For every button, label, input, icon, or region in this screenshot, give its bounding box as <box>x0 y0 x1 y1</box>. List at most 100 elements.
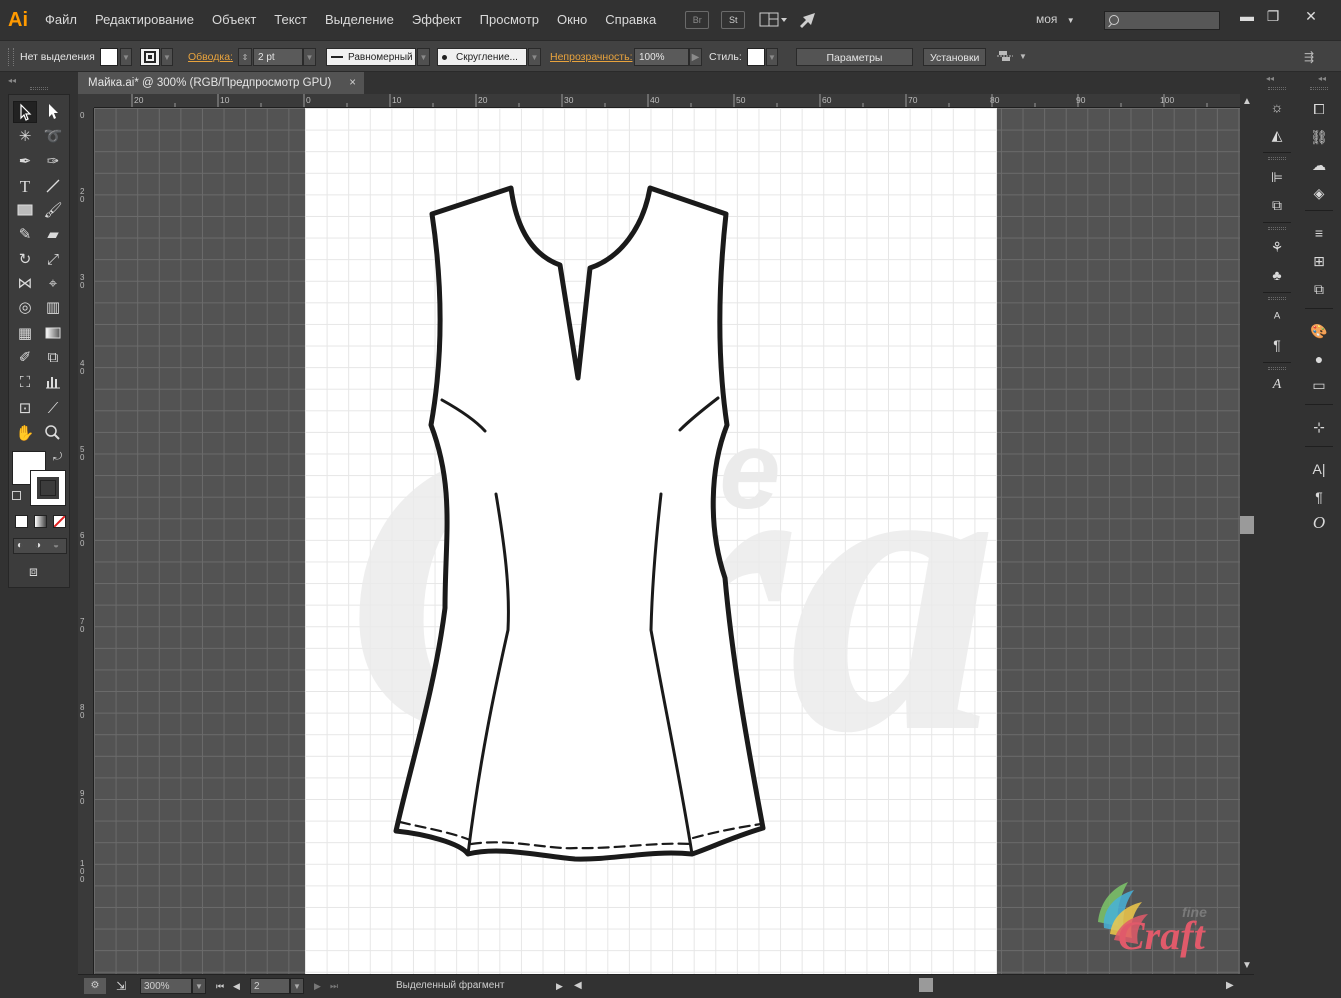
artboard-tool-icon[interactable]: ⊡ <box>13 398 37 420</box>
menu-view[interactable]: Просмотр <box>471 0 548 40</box>
pathfinder-panel-icon[interactable]: ⧉ <box>1264 194 1290 216</box>
layers-panel-icon[interactable]: ◈ <box>1306 182 1332 204</box>
control-bar-grip[interactable] <box>8 48 14 66</box>
ruler-origin[interactable] <box>78 94 94 108</box>
arrange-documents-icon[interactable] <box>759 11 789 29</box>
menu-type[interactable]: Текст <box>265 0 316 40</box>
draw-behind-icon[interactable]: ◑ <box>35 540 41 551</box>
minimize-button[interactable]: ▬ <box>1236 8 1258 24</box>
libraries-panel-icon[interactable]: ☁ <box>1306 154 1332 176</box>
symbol-sprayer-tool-icon[interactable]: ⛶ <box>13 372 37 394</box>
mesh-tool-icon[interactable]: ▦ <box>13 323 37 345</box>
menu-object[interactable]: Объект <box>203 0 265 40</box>
profile-dropdown[interactable]: ▼ <box>417 48 430 66</box>
slice-tool-icon[interactable]: ⟋ <box>41 398 65 420</box>
scroll-down-icon[interactable]: ▼ <box>1242 960 1252 971</box>
character-styles-panel-icon[interactable]: ᴬ <box>1264 306 1290 328</box>
stock-button[interactable]: St <box>721 11 746 29</box>
zoom-dropdown-icon[interactable]: ▼ <box>192 978 206 994</box>
opacity-arrow[interactable]: ▶ <box>689 48 702 66</box>
panel-grip[interactable] <box>1268 227 1286 230</box>
shape-builder-tool-icon[interactable]: ◎ <box>13 297 37 319</box>
horizontal-scroll-thumb[interactable] <box>919 978 933 992</box>
variable-width-profile[interactable]: Равномерный <box>326 48 416 66</box>
appearance-panel-icon[interactable]: ☼ <box>1264 96 1290 118</box>
panel-grip[interactable] <box>1310 87 1328 90</box>
rotate-tool-icon[interactable]: ↻ <box>13 249 37 271</box>
gpu-performance-icon[interactable] <box>797 11 819 29</box>
scroll-left-icon[interactable]: ◀ <box>574 978 582 994</box>
document-setup-button[interactable]: Параметры документа <box>796 48 913 82</box>
artboards-panel-icon[interactable]: ⧠ <box>1306 98 1332 120</box>
last-artboard-icon[interactable]: ⏭ <box>330 978 338 994</box>
menu-effect[interactable]: Эффект <box>403 0 471 40</box>
search-input[interactable] <box>1104 11 1220 30</box>
workspace-switcher[interactable]: моя ▼ <box>1036 12 1075 26</box>
gradient-panel-icon[interactable]: ▭ <box>1306 374 1332 396</box>
blend-tool-icon[interactable]: ⧉ <box>41 347 65 369</box>
zoom-tool-icon[interactable] <box>41 423 65 445</box>
none-mode-icon[interactable] <box>53 515 66 528</box>
symbols-panel-icon[interactable]: ♣ <box>1264 264 1290 286</box>
panel-grip[interactable] <box>1268 297 1286 300</box>
align-dropdown-icon[interactable]: ▼ <box>1019 48 1027 66</box>
scale-tool-icon[interactable]: ⤢ <box>41 249 65 271</box>
open-in-icon[interactable]: ⇲ <box>116 978 126 994</box>
horizontal-ruler[interactable]: 20 10 0 10 20 30 40 50 60 70 80 90 100 <box>94 94 1240 108</box>
menu-file[interactable]: Файл <box>36 0 86 40</box>
stroke-label[interactable]: Обводка: <box>188 48 233 66</box>
screen-mode-icon[interactable]: ⧈ <box>29 563 38 580</box>
eraser-tool-icon[interactable]: ▰ <box>41 224 65 246</box>
hand-tool-icon[interactable]: ✋ <box>13 423 37 445</box>
collapse-panel-icon[interactable]: ◂◂ <box>8 76 16 85</box>
transparency-panel-icon[interactable]: ⧉ <box>1306 278 1332 300</box>
tank-top-sketch[interactable] <box>305 108 997 974</box>
vertical-scroll-thumb[interactable] <box>1240 516 1254 534</box>
vertical-ruler[interactable]: 0 2 0 3 0 4 0 5 0 6 0 7 0 8 0 9 0 1 0 0 <box>78 108 94 974</box>
gpu-settings-icon[interactable]: ⚙ <box>84 978 106 994</box>
line-tool-icon[interactable] <box>41 176 65 198</box>
zoom-field[interactable]: 300% <box>140 978 192 994</box>
fill-swatch[interactable] <box>100 48 118 66</box>
paintbrush-tool-icon[interactable]: 🖌 <box>41 200 65 222</box>
gradient-mode-icon[interactable] <box>34 515 47 528</box>
document-tab[interactable]: Майка.ai* @ 300% (RGB/Предпросмотр GPU) … <box>78 72 364 94</box>
scroll-up-icon[interactable]: ▲ <box>1242 96 1252 107</box>
collapse-dock-icon[interactable]: ◂◂ <box>1266 74 1274 83</box>
width-tool-icon[interactable]: ⋈ <box>13 273 37 295</box>
next-artboard-icon[interactable]: ▶ <box>314 978 321 994</box>
close-button[interactable]: ✕ <box>1300 8 1322 24</box>
draw-normal-icon[interactable]: ◐ <box>17 540 23 551</box>
stroke-swatch[interactable] <box>140 48 160 66</box>
swatches-panel-icon[interactable]: ⊞ <box>1306 250 1332 272</box>
character-panel-icon[interactable]: A| <box>1306 458 1332 480</box>
perspective-grid-tool-icon[interactable]: ▥ <box>41 297 65 319</box>
stroke-dropdown[interactable]: ▼ <box>161 48 173 66</box>
stroke-color-box[interactable] <box>30 470 66 506</box>
first-artboard-icon[interactable]: ⏮ <box>216 978 224 994</box>
vertical-scrollbar[interactable]: ▲ ▼ <box>1240 94 1254 974</box>
collapse-dock-icon[interactable]: ◂◂ <box>1318 74 1326 83</box>
style-swatch[interactable] <box>747 48 765 66</box>
glyphs-panel-icon[interactable]: A <box>1264 374 1290 396</box>
transform-panel-icon[interactable]: ⊹ <box>1306 416 1332 438</box>
magic-wand-tool-icon[interactable]: ✳ <box>13 126 37 148</box>
stroke-weight-field[interactable]: 2 pt <box>253 48 303 66</box>
fill-dropdown[interactable]: ▼ <box>120 48 132 66</box>
maximize-button[interactable]: ❐ <box>1262 8 1284 24</box>
panel-grip[interactable] <box>1268 157 1286 160</box>
align-icon[interactable] <box>996 48 1016 66</box>
draw-inside-icon[interactable]: ◒ <box>53 540 59 551</box>
lasso-tool-icon[interactable]: ➰ <box>41 126 65 148</box>
brushes-panel-icon[interactable]: ⚘ <box>1264 236 1290 258</box>
curvature-tool-icon[interactable]: ✑ <box>41 151 65 173</box>
stroke-panel-icon[interactable]: ≡ <box>1306 222 1332 244</box>
color-guide-panel-icon[interactable]: 🎨 <box>1306 320 1332 342</box>
direct-selection-tool-icon[interactable] <box>41 101 65 123</box>
menu-edit[interactable]: Редактирование <box>86 0 203 40</box>
tools-grip[interactable] <box>30 87 48 90</box>
rectangle-tool-icon[interactable] <box>13 200 37 222</box>
opacity-field[interactable]: 100% <box>634 48 689 66</box>
bridge-button[interactable]: Br <box>685 11 710 29</box>
artboard[interactable]: Cra fine <box>305 108 997 974</box>
